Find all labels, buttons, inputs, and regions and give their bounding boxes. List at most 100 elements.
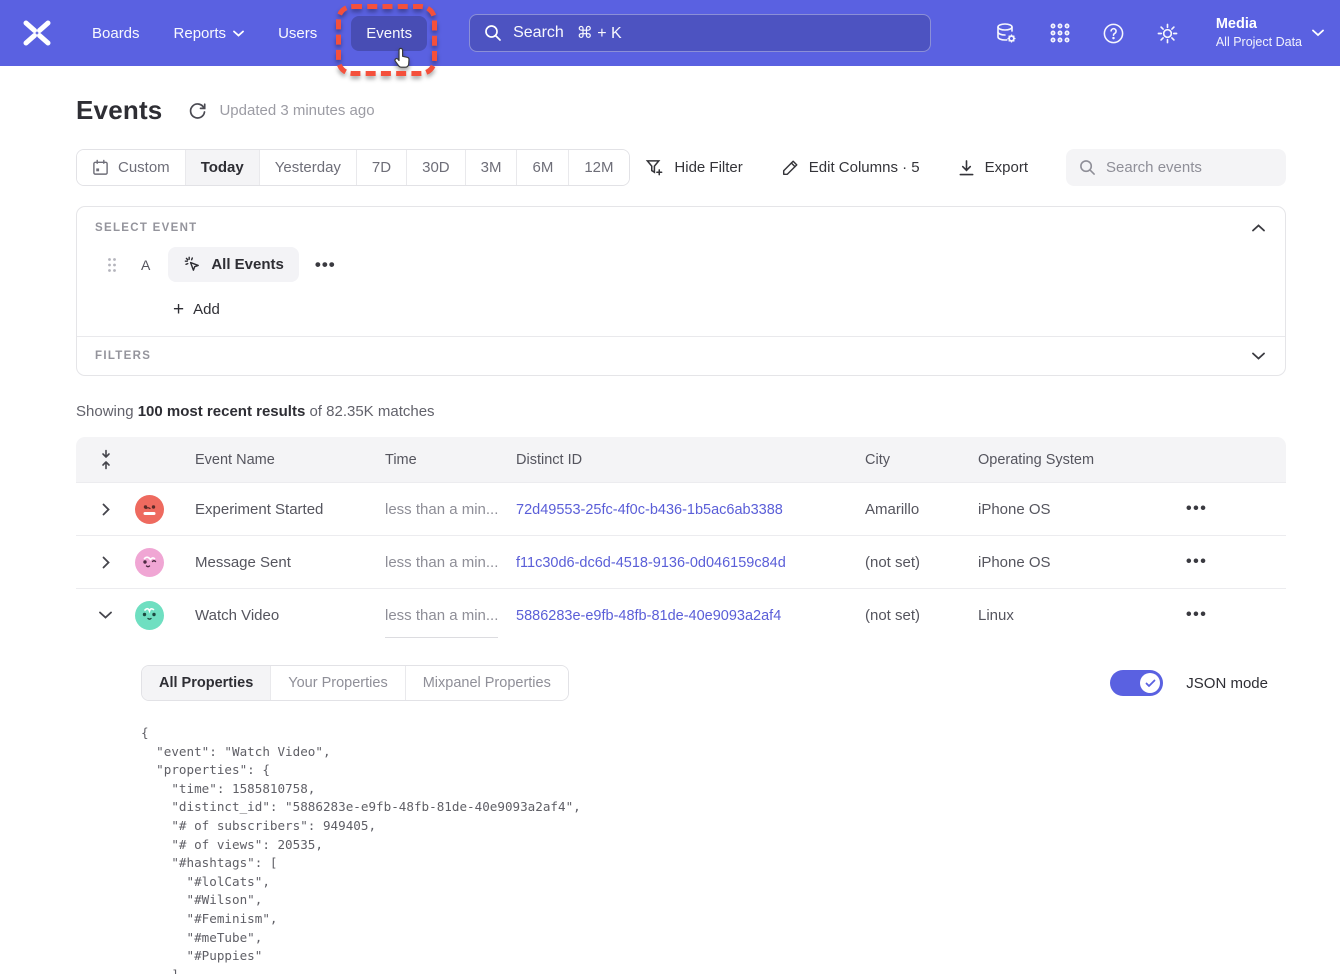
- row-more-button[interactable]: •••: [1186, 606, 1207, 624]
- tab-your-properties[interactable]: Your Properties: [270, 666, 404, 700]
- header-time[interactable]: Time: [385, 452, 516, 468]
- cell-distinct-id: 5886283e-e9fb-48fb-81de-40e9093a2af4: [516, 607, 865, 624]
- json-mode-label: JSON mode: [1186, 675, 1268, 692]
- check-icon: [1145, 679, 1156, 688]
- chevron-down-icon: [233, 30, 244, 37]
- nav-boards[interactable]: Boards: [92, 25, 140, 42]
- table-row[interactable]: Experiment Started less than a min... 72…: [76, 482, 1286, 535]
- select-event-section: SELECT EVENT A All Even: [77, 207, 1285, 336]
- cell-event-name: Message Sent: [195, 554, 385, 571]
- row-collapse-button[interactable]: [96, 608, 115, 622]
- distinct-id-link[interactable]: 5886283e-e9fb-48fb-81de-40e9093a2af4: [516, 608, 781, 624]
- chevron-up-icon: [1252, 224, 1265, 232]
- cell-event-name: Experiment Started: [195, 501, 385, 518]
- distinct-id-link[interactable]: f11c30d6-dc6d-4518-9136-0d046159c84d: [516, 555, 786, 571]
- range-today[interactable]: Today: [185, 150, 259, 185]
- table-row[interactable]: Message Sent less than a min... f11c30d6…: [76, 535, 1286, 588]
- distinct-id-link[interactable]: 72d49553-25fc-4f0c-b436-1b5ac6ab3388: [516, 502, 783, 518]
- search-shortcut: ⌘ + K: [577, 23, 622, 43]
- search-label: Search: [513, 24, 564, 42]
- hide-filter-button[interactable]: Hide Filter: [645, 158, 742, 177]
- range-3m[interactable]: 3M: [465, 150, 517, 185]
- ellipsis-icon: •••: [1186, 500, 1207, 517]
- header-event-name[interactable]: Event Name: [195, 452, 385, 468]
- row-expand-button[interactable]: [99, 500, 113, 519]
- cell-time: less than a min...: [385, 554, 516, 571]
- export-button[interactable]: Export: [958, 159, 1028, 177]
- global-search-input[interactable]: Search ⌘ + K: [469, 14, 931, 52]
- expand-filters-button[interactable]: [1250, 350, 1267, 362]
- range-12m[interactable]: 12M: [568, 150, 628, 185]
- cell-os: iPhone OS: [978, 554, 1180, 571]
- mixpanel-logo-icon[interactable]: [20, 18, 54, 48]
- date-range-control: Custom Today Yesterday 7D 30D 3M 6M 12M: [76, 149, 630, 186]
- events-table: Event Name Time Distinct ID City Operati…: [76, 437, 1286, 974]
- ellipsis-icon: •••: [1186, 553, 1207, 570]
- tab-all-properties[interactable]: All Properties: [142, 666, 270, 700]
- nav-reports-label: Reports: [174, 25, 227, 42]
- toolbar: Custom Today Yesterday 7D 30D 3M 6M 12M …: [76, 149, 1286, 186]
- toolbar-actions: Hide Filter Edit Columns · 5 Export Sear…: [645, 149, 1286, 186]
- apps-grid-icon[interactable]: [1048, 21, 1072, 45]
- event-selector-chip[interactable]: All Events: [168, 247, 299, 282]
- add-event-button[interactable]: + Add: [173, 300, 220, 319]
- range-30d[interactable]: 30D: [406, 150, 465, 185]
- filters-label: FILTERS: [95, 350, 151, 362]
- properties-tabs: All Properties Your Properties Mixpanel …: [141, 665, 569, 701]
- filters-section: FILTERS: [77, 336, 1285, 375]
- header-city[interactable]: City: [865, 452, 978, 468]
- chevron-right-icon: [102, 556, 110, 569]
- row-more-button[interactable]: •••: [1186, 500, 1207, 518]
- cell-distinct-id: 72d49553-25fc-4f0c-b436-1b5ac6ab3388: [516, 501, 865, 518]
- event-more-button[interactable]: •••: [315, 255, 336, 275]
- query-builder-card: SELECT EVENT A All Even: [76, 206, 1286, 376]
- refresh-icon: [188, 101, 207, 120]
- range-7d[interactable]: 7D: [356, 150, 406, 185]
- chevron-right-icon: [102, 503, 110, 516]
- drag-handle-icon[interactable]: [107, 257, 117, 273]
- nav-users[interactable]: Users: [278, 25, 317, 42]
- data-management-icon[interactable]: [994, 21, 1018, 45]
- range-custom[interactable]: Custom: [77, 150, 185, 185]
- navbar-right: Media All Project Data: [994, 15, 1324, 50]
- cell-city: (not set): [865, 554, 978, 571]
- cell-event-name: Watch Video: [195, 607, 385, 624]
- tab-mixpanel-properties[interactable]: Mixpanel Properties: [405, 666, 568, 700]
- edit-columns-button[interactable]: Edit Columns · 5: [781, 159, 920, 177]
- json-mode-toggle[interactable]: [1110, 670, 1163, 696]
- primary-nav: Boards Reports Users Events: [92, 16, 427, 51]
- help-icon[interactable]: [1102, 21, 1126, 45]
- all-events-icon: [183, 255, 202, 274]
- event-json-viewer[interactable]: { "event": "Watch Video", "properties": …: [141, 724, 1268, 974]
- header-distinct-id[interactable]: Distinct ID: [516, 452, 865, 468]
- ellipsis-icon: •••: [315, 255, 336, 274]
- events-page: Events Updated 3 minutes ago Custom Toda…: [0, 95, 1340, 974]
- page-title: Events: [76, 95, 162, 126]
- cell-os: iPhone OS: [978, 501, 1180, 518]
- chevron-down-icon: [1252, 352, 1265, 360]
- collapse-select-event-button[interactable]: [1250, 222, 1267, 234]
- header-os[interactable]: Operating System: [978, 452, 1180, 468]
- search-icon: [484, 24, 502, 42]
- event-detail-panel: All Properties Your Properties Mixpanel …: [76, 641, 1286, 974]
- filter-plus-icon: [645, 158, 664, 177]
- nav-events[interactable]: Events: [351, 16, 427, 51]
- expand-all-button[interactable]: [96, 446, 116, 473]
- cell-distinct-id: f11c30d6-dc6d-4518-9136-0d046159c84d: [516, 554, 865, 571]
- cell-os: Linux: [978, 607, 1180, 624]
- row-expand-button[interactable]: [99, 553, 113, 572]
- row-more-button[interactable]: •••: [1186, 553, 1207, 571]
- range-yesterday[interactable]: Yesterday: [259, 150, 356, 185]
- nav-reports[interactable]: Reports: [174, 25, 245, 42]
- table-row-expanded[interactable]: Watch Video less than a min... 5886283e-…: [76, 588, 1286, 641]
- range-6m[interactable]: 6M: [516, 150, 568, 185]
- settings-gear-icon[interactable]: [1156, 21, 1180, 45]
- page-header: Events Updated 3 minutes ago: [76, 95, 1286, 126]
- refresh-button[interactable]: [188, 101, 207, 120]
- project-scope: All Project Data: [1216, 34, 1302, 50]
- pencil-icon: [781, 159, 799, 177]
- calendar-icon: [92, 159, 109, 176]
- project-selector[interactable]: Media All Project Data: [1216, 15, 1324, 50]
- search-events-input[interactable]: Search events: [1066, 149, 1286, 186]
- toggle-knob: [1140, 673, 1160, 693]
